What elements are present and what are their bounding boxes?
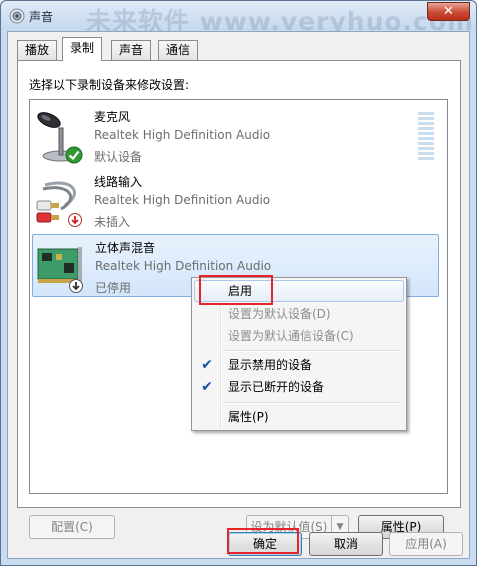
- menu-item-label: 显示已断开的设备: [228, 380, 325, 394]
- device-name: 麦克风: [94, 110, 131, 124]
- tab-playback[interactable]: 播放: [17, 40, 58, 60]
- menu-item-show-disconnected[interactable]: ✔ 显示已断开的设备: [194, 376, 404, 398]
- device-driver: Realtek High Definition Audio: [94, 193, 271, 207]
- device-name: 线路输入: [94, 175, 143, 189]
- cancel-button[interactable]: 取消: [309, 532, 383, 556]
- apply-button[interactable]: 应用(A): [389, 532, 463, 556]
- device-name: 立体声混音: [95, 241, 156, 255]
- menu-item-label: 显示禁用的设备: [228, 358, 313, 372]
- tab-communications[interactable]: 通信: [158, 40, 199, 60]
- device-item-microphone[interactable]: 麦克风 Realtek High Definition Audio 默认设备: [32, 104, 439, 166]
- highlight-box-ok: [227, 528, 299, 554]
- sound-dialog: 声音 未来软件 www.veryhuo.com ✕ 播放 录制 声音 通信 选择…: [0, 0, 477, 566]
- configure-button[interactable]: 配置(C): [29, 515, 115, 539]
- speaker-icon: [9, 8, 25, 24]
- device-item-line-in[interactable]: 线路输入 Realtek High Definition Audio 未插入: [32, 169, 439, 231]
- title-bar[interactable]: 声音 未来软件 www.veryhuo.com ✕: [1, 1, 476, 36]
- instruction-text: 选择以下录制设备来修改设置:: [29, 78, 190, 92]
- tab-recording[interactable]: 录制: [62, 37, 103, 61]
- device-status: 已停用: [95, 281, 132, 295]
- highlight-box-enable: [199, 275, 273, 305]
- default-check-icon: [65, 146, 83, 164]
- menu-item-label: 设置为默认通信设备(C): [228, 329, 354, 343]
- cancel-label: 取消: [333, 537, 358, 551]
- menu-item-label: 设置为默认设备(D): [228, 307, 331, 321]
- close-icon: ✕: [443, 4, 454, 19]
- checkmark-icon: ✔: [201, 379, 213, 395]
- close-button[interactable]: ✕: [427, 2, 470, 21]
- disabled-down-arrow-icon: [69, 279, 83, 293]
- checkmark-icon: ✔: [201, 357, 213, 373]
- menu-item-show-disabled[interactable]: ✔ 显示禁用的设备: [194, 354, 404, 376]
- menu-item-label: 属性(P): [228, 410, 269, 424]
- configure-label: 配置(C): [51, 520, 93, 534]
- menu-item-set-default-device[interactable]: 设置为默认设备(D): [194, 303, 404, 325]
- menu-item-properties[interactable]: 属性(P): [194, 406, 404, 428]
- menu-separator: [222, 402, 402, 404]
- menu-item-set-default-comm-device[interactable]: 设置为默认通信设备(C): [194, 325, 404, 347]
- tab-sounds[interactable]: 声音: [111, 40, 152, 60]
- unplugged-down-arrow-icon: [68, 213, 82, 227]
- chevron-down-icon: ▼: [336, 522, 344, 532]
- apply-label: 应用(A): [405, 537, 447, 551]
- menu-separator: [222, 350, 402, 352]
- device-status: 未插入: [94, 215, 131, 229]
- device-driver: Realtek High Definition Audio: [94, 128, 271, 142]
- device-driver: Realtek High Definition Audio: [95, 259, 272, 273]
- level-meter: [418, 112, 434, 162]
- window-title: 声音: [29, 10, 54, 24]
- device-status: 默认设备: [94, 150, 143, 164]
